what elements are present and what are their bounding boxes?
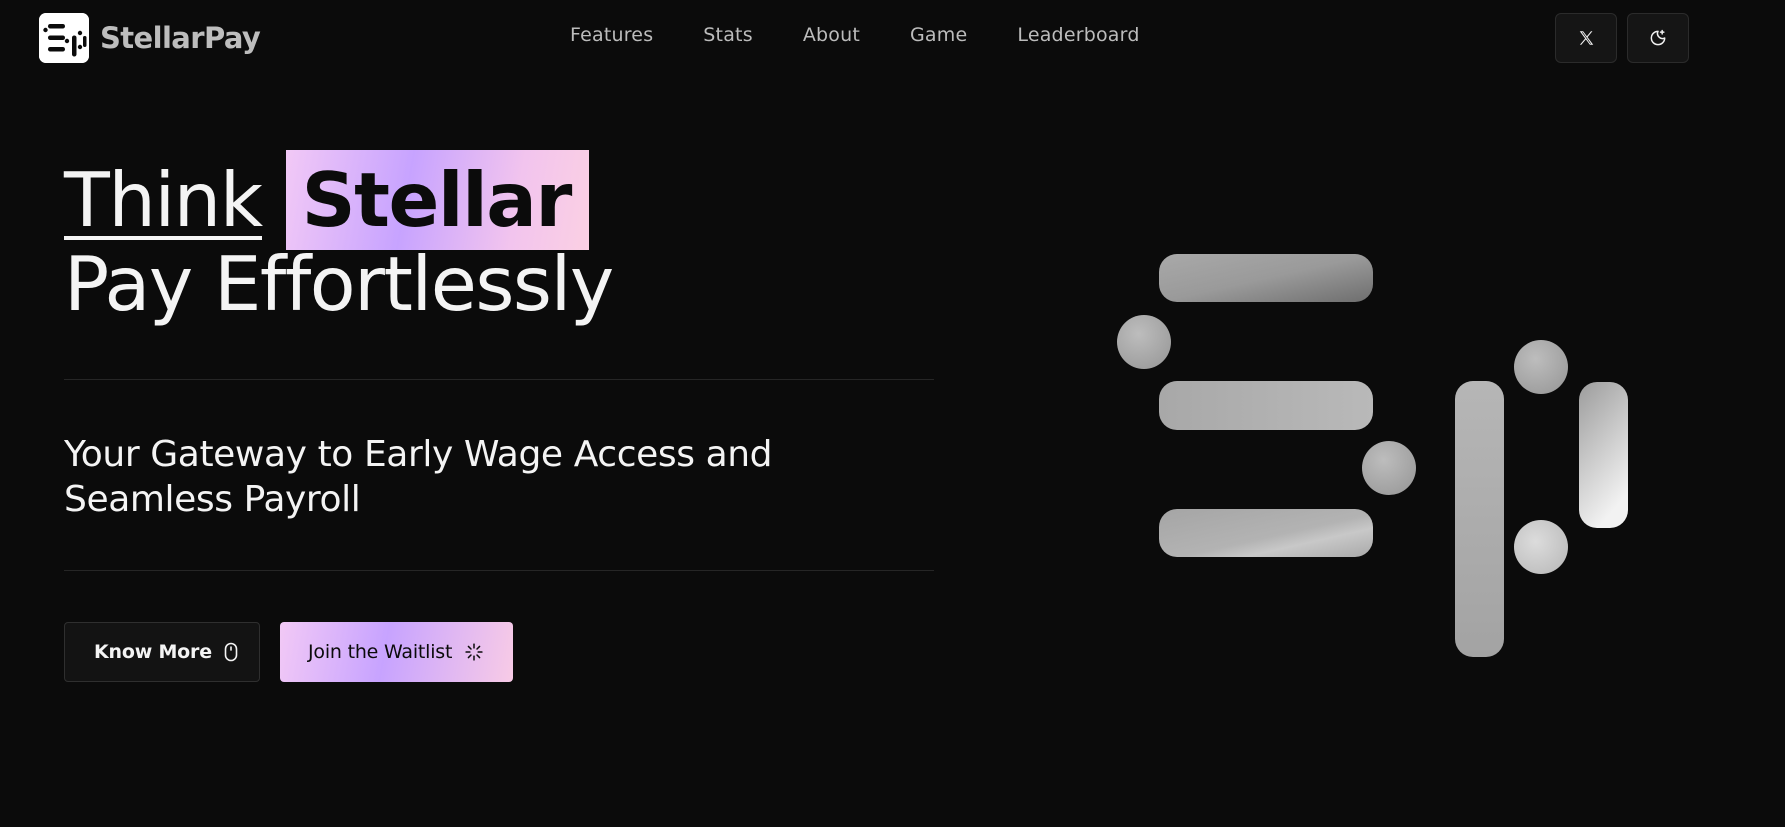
know-more-button[interactable]: Know More [64, 622, 260, 682]
brand-link[interactable]: StellarPay [39, 13, 261, 63]
headline-word-think: Think [64, 156, 263, 244]
join-waitlist-label: Join the Waitlist [308, 641, 453, 663]
hero-headline: Think Stellar Pay Effortlessly [64, 150, 934, 322]
headline-highlight-stellar: Stellar [285, 150, 589, 250]
divider-top [64, 379, 934, 380]
main-nav: Features Stats About Game Leaderboard [570, 24, 1190, 46]
hero-subheading: Your Gateway to Early Wage Access and Se… [64, 434, 773, 520]
art-bar-top [1159, 254, 1373, 302]
headline-line-1: Think Stellar [64, 150, 934, 254]
art-dot-top-right [1514, 340, 1568, 394]
art-bar-right [1579, 382, 1628, 528]
site-header: StellarPay Features Stats About Game Lea… [0, 0, 1785, 78]
moon-sparkle-icon [1650, 29, 1666, 46]
x-social-button[interactable] [1555, 13, 1617, 63]
stellarpay-logo-icon [39, 13, 89, 63]
nav-item-features[interactable]: Features [570, 24, 653, 46]
hero-heading: Think Stellar Pay Effortlessly [64, 150, 934, 322]
x-logo-icon [1579, 31, 1593, 45]
join-waitlist-button[interactable]: Join the Waitlist [280, 622, 513, 682]
know-more-label: Know More [94, 641, 212, 663]
art-dot-bottom-right [1514, 520, 1568, 574]
stellarpay-hero-logo-art [1117, 254, 1628, 657]
page: StellarPay Features Stats About Game Lea… [0, 0, 1785, 827]
art-stem [1455, 381, 1504, 657]
mouse-icon [224, 642, 238, 662]
nav-item-game[interactable]: Game [910, 24, 967, 46]
nav-item-about[interactable]: About [803, 24, 860, 46]
divider-bottom [64, 570, 934, 571]
brand-name: StellarPay [100, 21, 261, 55]
theme-toggle-button[interactable] [1627, 13, 1689, 63]
nav-item-leaderboard[interactable]: Leaderboard [1017, 24, 1139, 46]
loader-icon [464, 642, 484, 662]
art-dot-left [1117, 315, 1171, 369]
art-dot-center [1362, 441, 1416, 495]
nav-item-stats[interactable]: Stats [703, 24, 753, 46]
headline-line-2: Pay Effortlessly [64, 240, 614, 328]
art-bar-bottom [1159, 509, 1373, 557]
art-bar-middle [1159, 381, 1373, 430]
